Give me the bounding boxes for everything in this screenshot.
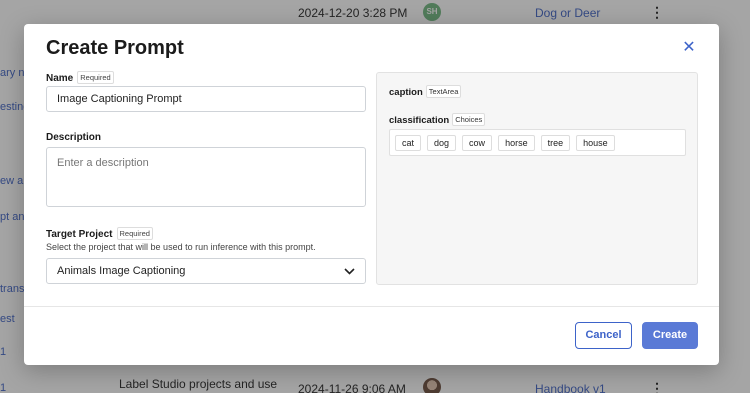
target-project-helper: Select the project that will be used to … — [46, 242, 316, 252]
labeling-config-preview: caption TextArea classification Choices ca… — [376, 72, 698, 285]
caption-label-text: caption — [389, 87, 423, 98]
required-badge: Required — [116, 227, 153, 240]
target-project-label: Target Project Required — [46, 227, 153, 240]
description-input[interactable] — [46, 147, 366, 207]
close-icon[interactable]: ✕ — [681, 40, 697, 56]
classification-field-label: classification Choices — [389, 113, 486, 126]
name-label: Name Required — [46, 71, 114, 84]
caption-field-label: caption TextArea — [389, 85, 462, 98]
choice-dog[interactable]: dog — [427, 134, 457, 151]
create-prompt-modal: Create Prompt ✕ NameRequired Description… — [24, 24, 719, 365]
cancel-button[interactable]: Cancel — [575, 322, 632, 349]
classification-choices: cat dog cow horse tree house — [389, 129, 686, 156]
name-input[interactable] — [46, 86, 366, 112]
choice-house[interactable]: house — [576, 134, 615, 151]
choice-horse[interactable]: horse — [498, 134, 535, 151]
classification-label-text: classification — [389, 115, 450, 126]
create-button[interactable]: Create — [642, 322, 698, 349]
modal-title: Create Prompt — [46, 37, 184, 59]
caption-type-badge: TextArea — [425, 85, 462, 98]
choice-tree[interactable]: tree — [540, 134, 571, 151]
footer-divider — [24, 306, 719, 307]
choice-cow[interactable]: cow — [462, 134, 493, 151]
choice-cat[interactable]: cat — [395, 134, 422, 151]
required-badge: Required — [77, 71, 114, 84]
target-project-select[interactable]: Animals Image Captioning — [46, 258, 366, 284]
chevron-down-icon — [344, 259, 355, 283]
classification-type-badge: Choices — [452, 113, 486, 126]
target-project-value: Animals Image Captioning — [57, 265, 186, 277]
description-label: Description — [46, 132, 102, 143]
name-label-text: Name — [46, 73, 74, 84]
target-project-label-text: Target Project — [46, 229, 113, 240]
